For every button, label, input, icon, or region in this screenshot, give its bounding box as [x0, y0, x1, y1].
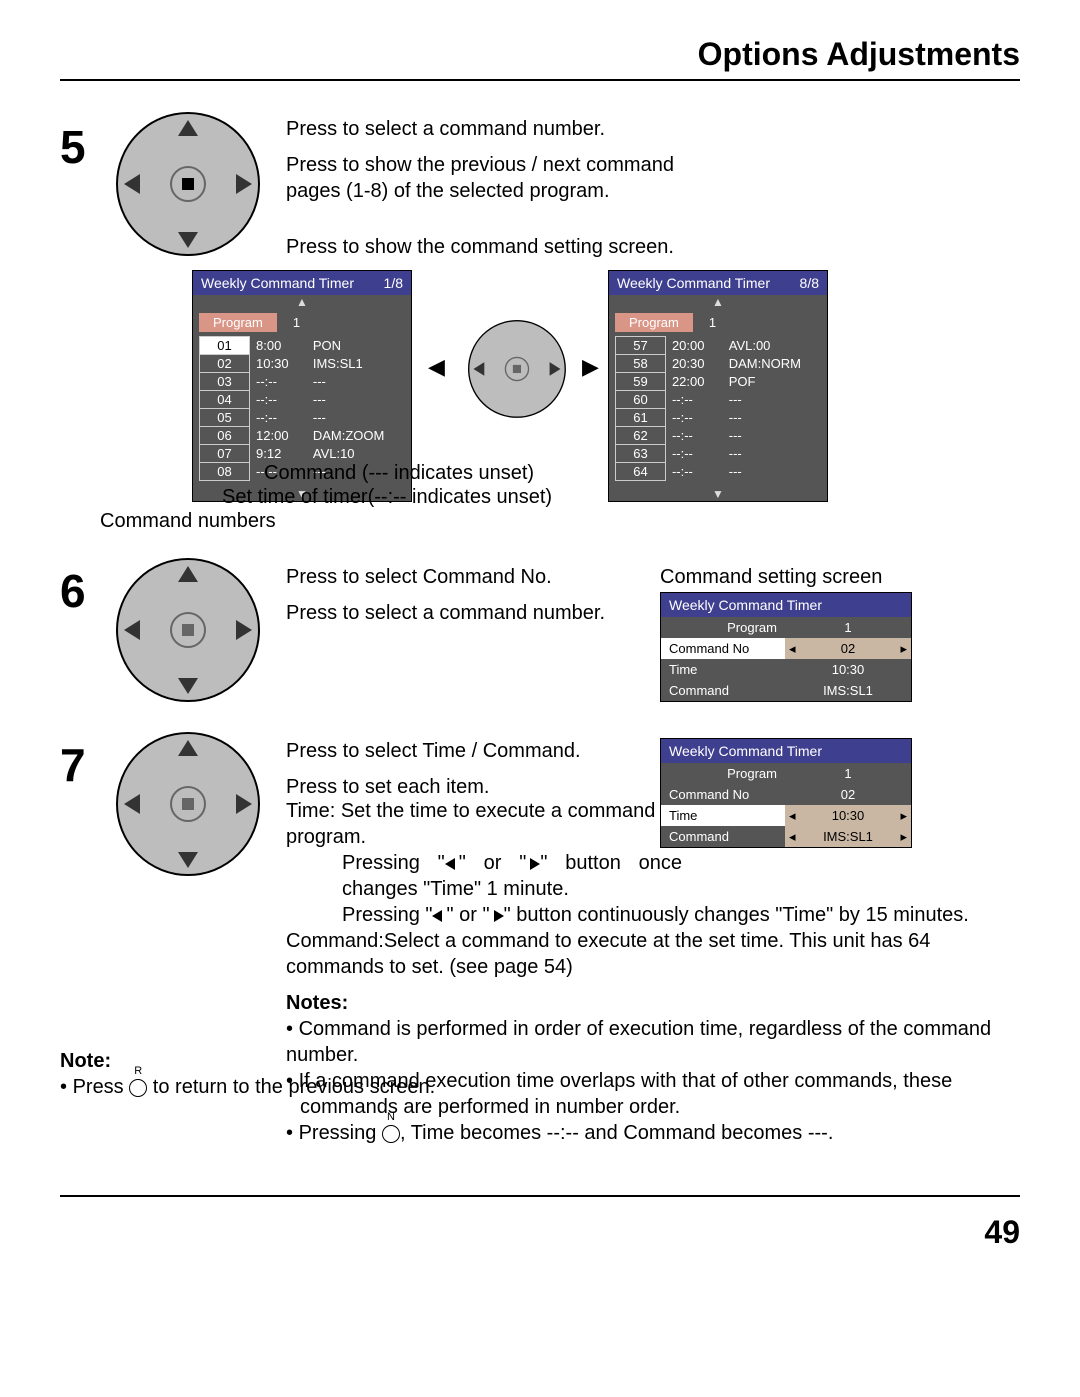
page-number: 49	[984, 1214, 1020, 1251]
arrow-right-icon[interactable]	[550, 362, 561, 376]
step7-line1: Press to select Time / Command.	[286, 738, 636, 764]
wct-right-title: Weekly Command Timer	[617, 275, 770, 291]
table-row: 5720:00AVL:00	[616, 337, 821, 355]
arrow-down-icon[interactable]	[178, 852, 198, 868]
top-rule	[60, 79, 1020, 81]
arrow-up-icon[interactable]	[178, 120, 198, 136]
weekly-command-timer-right: Weekly Command Timer8/8 ▲ Program1 5720:…	[608, 270, 828, 502]
css1-title: Weekly Command Timer	[669, 597, 822, 613]
wct-left-title: Weekly Command Timer	[201, 275, 354, 291]
pager-left-label: ◀	[428, 354, 445, 380]
table-row: 61--:-----	[616, 409, 821, 427]
caption-numbers: Command numbers	[100, 508, 276, 534]
arrow-left-icon[interactable]	[473, 362, 484, 376]
caption-command: Command (--- indicates unset)	[264, 460, 534, 486]
step7-time-detail2a: Pressing "	[342, 904, 432, 926]
table-row: 0210:30IMS:SL1	[200, 355, 405, 373]
center-button[interactable]	[170, 166, 206, 202]
step5-line1: Press to select a command number.	[286, 116, 846, 142]
table-row: 5820:30DAM:NORM	[616, 355, 821, 373]
css1-program-value: 1	[785, 617, 911, 638]
arrow-right-icon[interactable]	[236, 794, 252, 814]
triangle-right-icon	[494, 910, 504, 922]
wct-left-program-label: Program	[199, 313, 277, 332]
table-row: 63--:-----	[616, 445, 821, 463]
note-3b: , Time becomes --:-- and Command becomes…	[400, 1122, 833, 1144]
arrow-up-icon[interactable]	[178, 740, 198, 756]
step5-line3: Press to show the command setting screen…	[286, 234, 846, 260]
n-button-icon: N	[382, 1125, 400, 1143]
step7-time-detail1a: Pressing "	[342, 852, 445, 874]
dpad-step7[interactable]	[116, 732, 260, 876]
bottom-note-heading: Note:	[60, 1048, 960, 1074]
step7-time-detail2b: " or "	[446, 904, 489, 926]
center-button	[505, 357, 529, 381]
step7-line2: Press to set each item.	[286, 774, 636, 800]
center-button[interactable]	[170, 612, 206, 648]
setting-row: Command No◂02▸	[661, 638, 911, 659]
arrow-down-icon[interactable]	[178, 678, 198, 694]
wct-right-program-value: 1	[699, 313, 726, 332]
triangle-left-icon	[445, 858, 455, 870]
step6-line1: Press to select Command No.	[286, 564, 636, 590]
caption-settime: Set time of timer(--:-- indicates unset)	[222, 484, 552, 510]
dpad-pager[interactable]	[468, 320, 566, 418]
css2-program-value: 1	[785, 763, 911, 784]
command-setting-screen-1: Weekly Command Timer Program 1 Command No…	[660, 592, 912, 702]
step5-line2: Press to show the previous / next comman…	[286, 152, 716, 204]
table-row: 04--:-----	[200, 391, 405, 409]
bottom-rule	[60, 1195, 1020, 1197]
wct-right-program-label: Program	[615, 313, 693, 332]
table-row: 0612:00DAM:ZOOM	[200, 427, 405, 445]
bottom-note-b: to return to the previous screen.	[147, 1076, 435, 1098]
page-title: Options Adjustments	[60, 36, 1020, 73]
table-row: 60--:-----	[616, 391, 821, 409]
wct-right-page: 8/8	[800, 275, 819, 291]
wct-left-program-value: 1	[283, 313, 310, 332]
dpad-step6[interactable]	[116, 558, 260, 702]
arrow-down-icon[interactable]	[178, 232, 198, 248]
setting-row: CommandIMS:SL1	[661, 680, 911, 701]
bottom-note-a: Press	[73, 1076, 130, 1098]
pager-right-label: ▶	[582, 354, 599, 380]
step7-time-detail2c: " button continuously changes "Time" by …	[504, 904, 969, 926]
css2-program-label: Program	[727, 766, 777, 781]
triangle-left-icon	[432, 910, 442, 922]
table-row: 03--:-----	[200, 373, 405, 391]
step6-line2: Press to select a command number.	[286, 600, 636, 626]
step-5-number: 5	[60, 120, 86, 174]
table-row: 05--:-----	[200, 409, 405, 427]
step6-heading: Command setting screen	[660, 564, 882, 590]
step7-time-detail1b: " or "	[459, 852, 527, 874]
table-row: 5922:00POF	[616, 373, 821, 391]
step-6-number: 6	[60, 564, 86, 618]
css1-program-label: Program	[727, 620, 777, 635]
step7-time-label: Time: Set the time to execute a command …	[286, 798, 656, 850]
arrow-left-icon[interactable]	[124, 620, 140, 640]
arrow-right-icon[interactable]	[236, 620, 252, 640]
center-button[interactable]	[170, 786, 206, 822]
arrow-left-icon[interactable]	[124, 174, 140, 194]
wct-right-table: 5720:00AVL:005820:30DAM:NORM5922:00POF60…	[615, 336, 821, 481]
arrow-right-icon[interactable]	[236, 174, 252, 194]
dpad-step5[interactable]	[116, 112, 260, 256]
wct-left-page: 1/8	[384, 275, 403, 291]
table-row: 64--:-----	[616, 463, 821, 481]
arrow-up-icon[interactable]	[178, 566, 198, 582]
step-7-number: 7	[60, 738, 86, 792]
arrow-left-icon[interactable]	[124, 794, 140, 814]
css2-title: Weekly Command Timer	[669, 743, 822, 759]
note-3a: Pressing	[299, 1122, 382, 1144]
r-button-icon: R	[129, 1079, 147, 1097]
table-row: 62--:-----	[616, 427, 821, 445]
triangle-right-icon	[530, 858, 540, 870]
setting-row: Time10:30	[661, 659, 911, 680]
notes-heading: Notes:	[286, 990, 1006, 1016]
table-row: 018:00PON	[200, 337, 405, 355]
step7-command-label: Command:Select a command to execute at t…	[286, 928, 1006, 980]
